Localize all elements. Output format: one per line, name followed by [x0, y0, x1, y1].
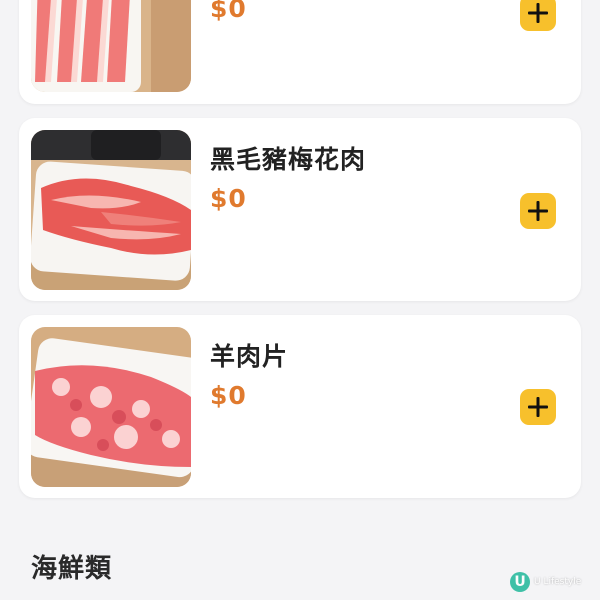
add-to-cart-button[interactable]: [520, 389, 556, 425]
plus-icon: [528, 3, 548, 23]
lamb-slices-photo: [31, 327, 191, 487]
pork-slices-photo: [31, 0, 191, 92]
menu-item-card[interactable]: 羊肉片 $0: [19, 315, 581, 498]
watermark-text: U Lifestyle: [534, 577, 582, 587]
add-to-cart-button[interactable]: [520, 0, 556, 31]
item-name: 黑毛豬梅花肉: [210, 145, 367, 174]
plus-icon: [528, 201, 548, 221]
add-to-cart-button[interactable]: [520, 193, 556, 229]
plus-icon: [528, 397, 548, 417]
item-name: 羊肉片: [210, 342, 289, 371]
watermark: U U Lifestyle: [510, 572, 581, 592]
pork-collar-photo: [31, 130, 191, 290]
item-price: $0: [210, 381, 247, 410]
item-price: $0: [210, 0, 247, 23]
menu-screen: $0 黑毛豬梅花肉 $0 羊肉片 $0 海鮮類 U U Lifestyle: [0, 0, 600, 600]
item-price: $0: [210, 184, 247, 213]
menu-item-card[interactable]: 黑毛豬梅花肉 $0: [19, 118, 581, 301]
section-title-seafood: 海鮮類: [31, 554, 113, 584]
u-lifestyle-logo-icon: U: [510, 572, 530, 592]
menu-item-card[interactable]: $0: [19, 0, 581, 104]
